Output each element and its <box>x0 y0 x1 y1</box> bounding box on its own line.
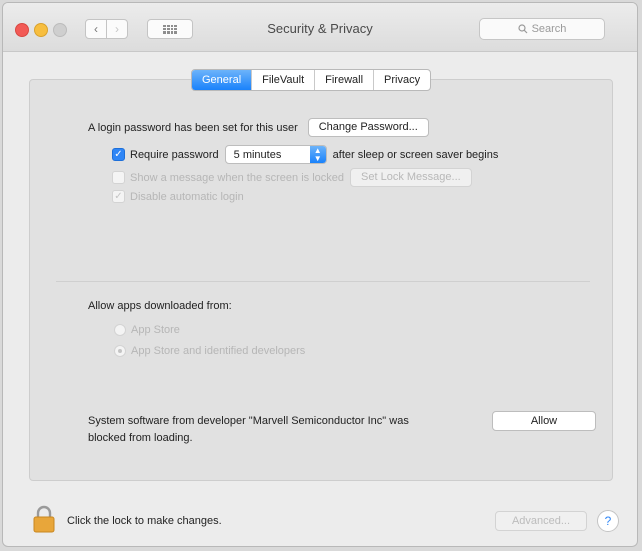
login-password-row: A login password has been set for this u… <box>88 118 429 137</box>
disable-auto-login-checkbox[interactable]: ✓ <box>112 190 125 203</box>
disable-auto-login-label: Disable automatic login <box>130 190 244 203</box>
advanced-button[interactable]: Advanced... <box>495 511 587 531</box>
allow-button[interactable]: Allow <box>492 411 596 431</box>
allow-apps-heading: Allow apps downloaded from: <box>88 300 232 312</box>
require-password-row: ✓ Require password 5 minutes ▲ ▼ after sl… <box>112 145 498 164</box>
show-message-label: Show a message when the screen is locked <box>130 171 345 184</box>
lock-hint-text: Click the lock to make changes. <box>67 515 222 527</box>
tab-firewall[interactable]: Firewall <box>314 70 373 90</box>
lock-icon[interactable] <box>33 505 55 533</box>
general-panel: A login password has been set for this u… <box>29 79 613 481</box>
search-field[interactable]: Search <box>479 18 605 40</box>
checkmark-icon: ✓ <box>114 149 123 160</box>
app-store-identified-label: App Store and identified developers <box>131 345 306 357</box>
section-divider <box>56 281 590 282</box>
require-password-interval-value: 5 minutes <box>233 148 282 161</box>
checkmark-icon: ✓ <box>114 191 123 202</box>
login-password-text: A login password has been set for this u… <box>88 121 298 134</box>
app-store-option: App Store <box>114 324 180 336</box>
app-store-radio[interactable] <box>114 324 126 336</box>
require-password-label: Require password <box>130 148 219 161</box>
require-password-checkbox[interactable]: ✓ <box>112 148 125 161</box>
after-sleep-text: after sleep or screen saver begins <box>332 148 499 161</box>
tab-filevault[interactable]: FileVault <box>251 70 314 90</box>
app-store-identified-option: App Store and identified developers <box>114 345 305 357</box>
change-password-button[interactable]: Change Password... <box>307 118 429 137</box>
title-bar: ‹ › Security & Privacy Search <box>3 3 637 52</box>
tab-privacy[interactable]: Privacy <box>373 70 430 90</box>
tab-bar: General FileVault Firewall Privacy <box>191 69 432 91</box>
stepper-arrows-icon: ▲ ▼ <box>309 146 326 163</box>
app-store-label: App Store <box>131 324 180 336</box>
set-lock-message-button[interactable]: Set Lock Message... <box>350 168 472 187</box>
show-message-checkbox[interactable] <box>112 171 125 184</box>
app-store-identified-radio[interactable] <box>114 345 126 357</box>
security-privacy-window: ‹ › Security & Privacy Search General Fi… <box>2 2 638 547</box>
tab-general[interactable]: General <box>192 70 252 90</box>
show-message-row: Show a message when the screen is locked… <box>112 168 472 187</box>
require-password-interval-select[interactable]: 5 minutes ▲ ▼ <box>224 145 327 164</box>
blocked-message-line-2: blocked from loading. <box>88 432 193 444</box>
search-placeholder: Search <box>531 23 567 35</box>
help-button[interactable]: ? <box>597 510 619 532</box>
blocked-message-line-1: System software from developer "Marvell … <box>88 415 409 427</box>
blocked-software-message: System software from developer "Marvell … <box>88 413 478 447</box>
disable-auto-login-row: ✓ Disable automatic login <box>112 190 244 203</box>
search-icon <box>517 24 527 34</box>
